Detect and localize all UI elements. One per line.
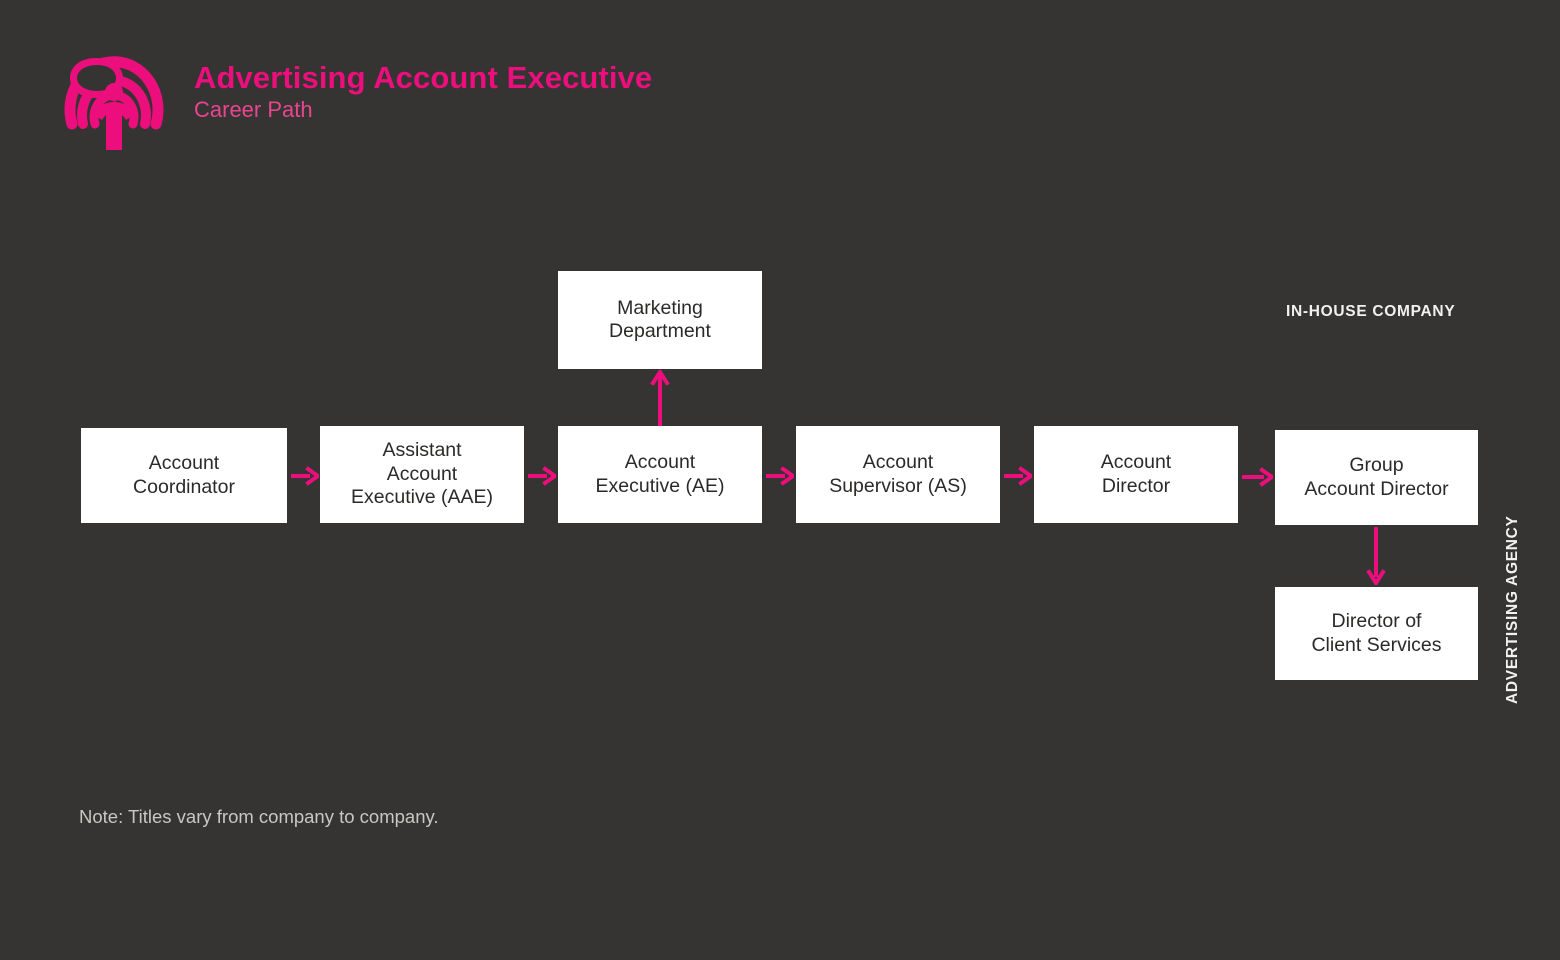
node-account-supervisor-line1: Account [862,451,934,474]
arrow-supervisor-to-director [1004,465,1035,487]
arrow-aae-to-ae [528,465,559,487]
node-account-director-line1: Account [1100,451,1172,474]
label-advertising-agency-text: ADVERTISING AGENCY [1504,515,1521,704]
label-in-house-company: IN-HOUSE COMPANY [1286,303,1456,320]
arrow-director-to-group-director [1242,466,1276,488]
node-marketing-department[interactable]: Marketing Department [558,271,762,369]
node-assistant-account-executive-line1: Assistant [382,439,462,462]
node-assistant-account-executive[interactable]: Assistant Account Executive (AAE) [320,426,524,523]
node-assistant-account-executive-line3: Executive (AAE) [351,486,493,509]
node-account-supervisor[interactable]: Account Supervisor (AS) [796,426,1000,523]
title-block: Advertising Account Executive Career Pat… [194,55,652,125]
node-account-executive[interactable]: Account Executive (AE) [558,426,762,523]
node-account-executive-line1: Account [624,451,696,474]
arrow-coordinator-to-aae [291,465,322,487]
node-group-account-director[interactable]: Group Account Director [1275,430,1478,525]
node-director-of-client-services-line2: Client Services [1311,633,1442,656]
page-subtitle: Career Path [194,97,313,123]
node-director-of-client-services-line1: Director of [1331,610,1422,633]
node-director-of-client-services[interactable]: Director of Client Services [1275,587,1478,680]
career-path-diagram: Advertising Account Executive Career Pat… [0,0,1560,960]
node-account-director[interactable]: Account Director [1034,426,1238,523]
node-group-account-director-line1: Group [1349,454,1404,477]
footer-note: Note: Titles vary from company to compan… [79,806,439,827]
arrow-ae-to-supervisor [766,465,797,487]
node-account-coordinator-line1: Account [148,452,220,475]
node-marketing-department-line1: Marketing [617,296,703,319]
label-advertising-agency: ADVERTISING AGENCY [1504,228,1522,704]
node-group-account-director-line2: Account Director [1304,477,1449,500]
page-title: Advertising Account Executive [194,59,653,95]
arrow-group-director-to-client-services [1365,527,1387,587]
node-account-coordinator[interactable]: Account Coordinator [81,428,287,523]
node-account-supervisor-line2: Supervisor (AS) [829,474,967,497]
node-marketing-department-line2: Department [609,320,711,342]
arrow-ae-to-marketing-department [649,368,671,426]
node-account-executive-line2: Executive (AE) [595,474,725,497]
broadcast-person-logo [52,28,176,152]
node-account-coordinator-line2: Coordinator [133,475,235,498]
node-assistant-account-executive-line2: Account [386,462,458,485]
node-account-director-line2: Director [1101,474,1171,497]
header: Advertising Account Executive Career Pat… [52,28,652,152]
